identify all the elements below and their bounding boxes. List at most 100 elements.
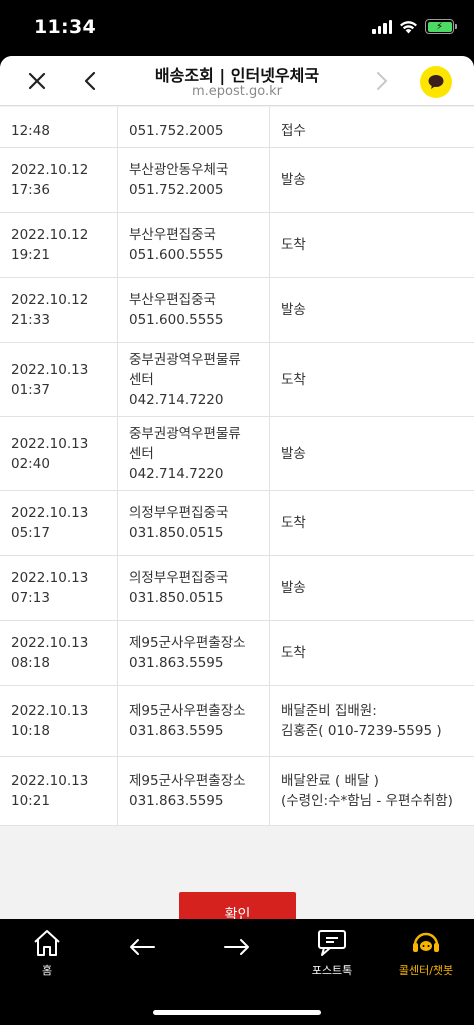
row-status: 도착 (270, 491, 474, 555)
chevron-right-icon (377, 72, 387, 90)
row-time-line: 2022.10.12 (11, 292, 89, 308)
row-status-line: 도착 (281, 371, 306, 388)
row-status: 접수 (270, 107, 474, 147)
forward-nav-button[interactable] (223, 937, 251, 957)
row-time-line: 2022.10.13 (11, 435, 89, 452)
row-time: 2022.10.12 17:36 (0, 148, 118, 212)
row-time-line: 17:36 (11, 182, 50, 198)
row-status-line: (수령인:수*함님 - 우편수취함) (281, 793, 453, 809)
row-time-line: 01:37 (11, 381, 50, 398)
row-office-line: 051.752.2005 (129, 123, 224, 139)
back-nav-button[interactable] (128, 937, 156, 957)
row-office-line: 031.863.5595 (129, 723, 224, 739)
row-status-line: 김홍준( 010-7239-5595 ) (281, 723, 442, 739)
row-status: 발송 (270, 556, 474, 620)
close-button[interactable] (21, 66, 53, 96)
row-office-line: 센터 (129, 371, 154, 388)
chat-icon (318, 930, 346, 956)
confirm-area: 확인 (0, 880, 474, 919)
row-status-line: 도착 (281, 645, 306, 661)
row-office: 부산광안동우체국 051.752.2005 (118, 148, 270, 212)
posttalk-button[interactable]: 포스트톡 (308, 929, 356, 978)
row-time-line: 10:21 (11, 793, 50, 809)
row-time-line: 2022.10.12 (11, 227, 89, 243)
forward-button[interactable] (366, 66, 398, 96)
row-office-line: 의정부우편집중국 (129, 505, 229, 521)
row-time-line: 2022.10.12 (11, 162, 89, 178)
row-status: 배달완료 ( 배달 ) (수령인:수*함님 - 우편수취함) (270, 757, 474, 825)
row-office-line: 031.863.5595 (129, 793, 224, 809)
home-label: 홈 (41, 964, 53, 977)
row-time: 2022.10.13 07:13 (0, 556, 118, 620)
row-time-line: 2022.10.13 (11, 361, 89, 378)
back-button[interactable] (74, 66, 106, 96)
table-row: 2022.10.12 21:33 부산우편집중국 051.600.5555 발송 (0, 278, 474, 343)
wifi-icon (400, 20, 417, 33)
row-status-line: 발송 (281, 172, 306, 188)
row-time-line: 02:40 (11, 455, 50, 472)
table-row: 2022.10.13 10:21 제95군사우편출장소 031.863.5595 배달완… (0, 757, 474, 826)
row-office: 제95군사우편출장소 031.863.5595 (118, 757, 270, 825)
row-time-line: 2022.10.13 (11, 773, 89, 789)
status-bar: 11:34 ⚡ (0, 0, 474, 56)
row-office-line: 제95군사우편출장소 (129, 635, 246, 651)
row-office-line: 051.752.2005 (129, 182, 224, 198)
row-office: 부산우편집중국 051.600.5555 (118, 278, 270, 342)
row-time: 12:48 (0, 107, 118, 147)
row-time-line: 05:17 (11, 525, 50, 541)
table-row: 2022.10.13 02:40 중부권광역우편물류 센터 042.714.7220 발송 (0, 417, 474, 491)
tracking-content: 12:48 051.752.2005 접수 2022.10.12 17:36 부산광안동우… (0, 107, 474, 919)
row-time-line: 12:48 (11, 123, 50, 139)
callcenter-button[interactable]: 콜센터/챗봇 (394, 929, 458, 978)
row-status-line: 배달준비 집배원: (281, 703, 377, 719)
row-time-line: 2022.10.13 (11, 703, 89, 719)
table-row: 12:48 051.752.2005 접수 (0, 107, 474, 148)
row-status: 발송 (270, 417, 474, 490)
kakaotalk-button[interactable] (420, 66, 452, 98)
row-office: 의정부우편집중국 031.850.0515 (118, 491, 270, 555)
row-time-line: 08:18 (11, 655, 50, 671)
row-office-line: 중부권광역우편물류 (129, 351, 241, 368)
row-status-line: 배달완료 ( 배달 ) (281, 773, 379, 789)
row-status: 발송 (270, 148, 474, 212)
row-time-line: 21:33 (11, 312, 50, 328)
row-time: 2022.10.13 10:18 (0, 686, 118, 756)
row-office-line: 051.600.5555 (129, 312, 224, 328)
confirm-button[interactable]: 확인 (179, 892, 296, 919)
row-office: 의정부우편집중국 031.850.0515 (118, 556, 270, 620)
arrow-right-icon (224, 939, 249, 955)
status-icons: ⚡ (372, 19, 457, 34)
row-office-line: 의정부우편집중국 (129, 570, 229, 586)
table-row: 2022.10.13 07:13 의정부우편집중국 031.850.0515 발송 (0, 556, 474, 621)
row-status: 발송 (270, 278, 474, 342)
table-row: 2022.10.12 19:21 부산우편집중국 051.600.5555 도착 (0, 213, 474, 278)
row-office-line: 중부권광역우편물류 (129, 425, 241, 442)
row-time: 2022.10.13 08:18 (0, 621, 118, 685)
row-status: 도착 (270, 213, 474, 277)
table-row: 2022.10.12 17:36 부산광안동우체국 051.752.2005 발송 (0, 148, 474, 213)
row-office-line: 031.850.0515 (129, 590, 224, 606)
table-row: 2022.10.13 05:17 의정부우편집중국 031.850.0515 도착 (0, 491, 474, 556)
row-office: 중부권광역우편물류센터 042.714.7220 (118, 343, 270, 416)
row-status-line: 도착 (281, 237, 306, 253)
home-button[interactable]: 홈 (30, 929, 64, 978)
row-time: 2022.10.13 01:37 (0, 343, 118, 416)
row-office-line: 센터 (129, 445, 154, 462)
battery-icon: ⚡ (425, 19, 457, 34)
row-status-line: 도착 (281, 515, 306, 531)
row-status-line: 발송 (281, 445, 306, 462)
row-office: 중부권광역우편물류 센터 042.714.7220 (118, 417, 270, 490)
row-office-line: 042.714.7220 (129, 391, 224, 408)
tracking-table: 12:48 051.752.2005 접수 2022.10.12 17:36 부산광안동우… (0, 107, 474, 826)
row-office-line: 031.863.5595 (129, 655, 224, 671)
row-time: 2022.10.13 05:17 (0, 491, 118, 555)
row-status-line: 발송 (281, 302, 306, 318)
row-time-line: 2022.10.13 (11, 635, 89, 651)
browser-header: 배송조회 | 인터넷우체국 m.epost.go.kr (0, 56, 474, 106)
row-status: 도착 (270, 343, 474, 416)
row-office: 051.752.2005 (118, 107, 270, 147)
close-icon (28, 72, 46, 90)
browser-sheet: 배송조회 | 인터넷우체국 m.epost.go.kr 12:48 051.752… (0, 56, 474, 919)
row-office: 부산우편집중국 051.600.5555 (118, 213, 270, 277)
row-time: 2022.10.12 21:33 (0, 278, 118, 342)
